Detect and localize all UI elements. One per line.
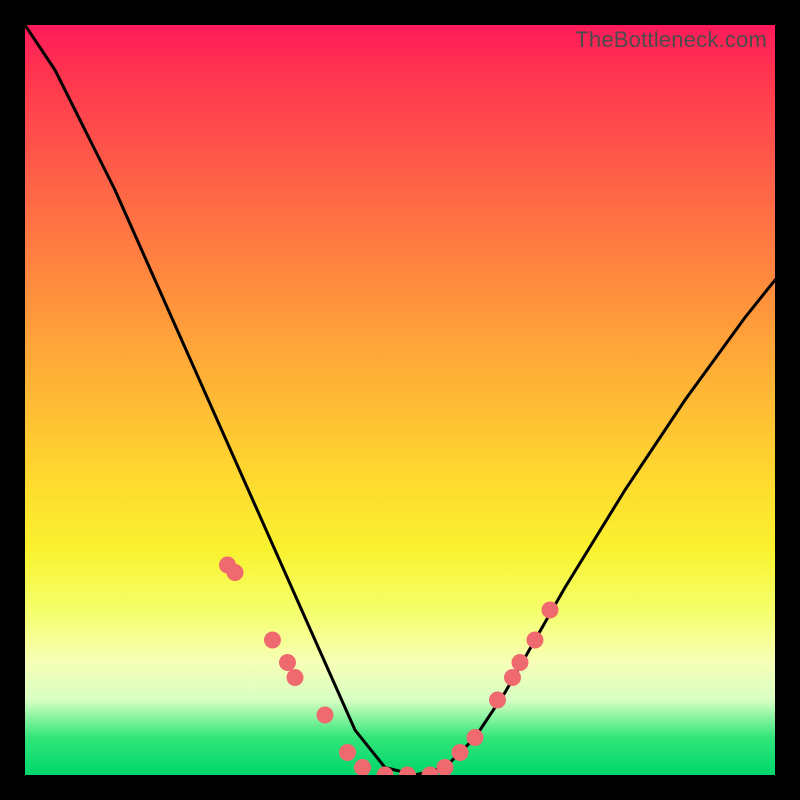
chart-frame: TheBottleneck.com [0,0,800,800]
marker-dot [287,669,304,686]
marker-dot [452,744,469,761]
marker-dot [512,654,529,671]
marker-dot [504,669,521,686]
marker-dot [317,707,334,724]
marker-dot [279,654,296,671]
marker-dot [467,729,484,746]
marker-dot [489,692,506,709]
marker-dot [422,767,439,776]
marker-dot [339,744,356,761]
bottleneck-curve [25,25,775,775]
plot-area: TheBottleneck.com [25,25,775,775]
chart-svg [25,25,775,775]
marker-dot [354,759,371,775]
marker-dot [542,602,559,619]
marker-dot [527,632,544,649]
marker-dot [399,767,416,776]
marker-cluster [219,557,559,776]
marker-dot [264,632,281,649]
marker-dot [227,564,244,581]
